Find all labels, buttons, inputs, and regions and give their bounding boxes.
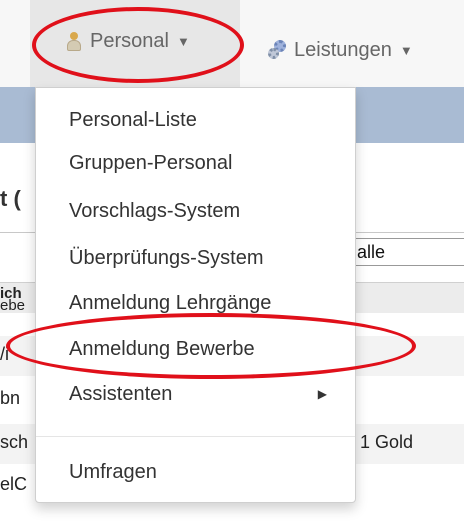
table-cell: sch [0,432,29,452]
filter-select[interactable]: alle [342,238,464,266]
top-navbar: Personal ▼ Leistungen ▼ [0,0,464,87]
menu-item-label: Assistenten [69,382,173,405]
caret-right-icon: ▶ [317,387,327,401]
nav-personal-dropdown[interactable]: Personal ▼ [30,0,240,87]
person-icon [66,31,82,52]
menu-item-personal-liste[interactable]: Personal-Liste [36,98,355,142]
menu-item-assistenten[interactable]: Assistenten ▶ [36,372,355,416]
menu-item-label: Anmeldung Lehrgänge [69,291,272,314]
page-title-fragment: t ( [0,186,21,211]
menu-item-label: Gruppen-Personal [69,151,233,174]
table-cell: /i [0,344,9,364]
menu-item-label: Überprüfungs-System [69,246,264,269]
menu-item-vorschlags-system[interactable]: Vorschlags-System [36,189,355,233]
menu-item-label: Personal-Liste [69,108,197,131]
table-cell: 1 Gold [360,432,414,452]
gear-icon [268,40,288,60]
menu-item-anmeldung-bewerbe[interactable]: Anmeldung Bewerbe [36,327,355,371]
menu-divider [36,436,355,437]
personal-dropdown-menu: Personal-Liste Gruppen-Personal Vorschla… [35,87,356,503]
caret-down-icon: ▼ [176,34,190,49]
menu-item-anmeldung-lehrgaenge[interactable]: Anmeldung Lehrgänge [36,281,355,325]
menu-item-umfragen[interactable]: Umfragen [36,450,355,494]
filter-select-value: alle [357,242,386,262]
table-cell: elC [0,474,28,494]
caret-down-icon: ▼ [399,42,413,58]
menu-item-label: Vorschlags-System [69,199,241,222]
table-cell: bn [0,388,21,408]
nav-services-label: Leistungen [294,38,392,61]
nav-services-dropdown[interactable]: Leistungen ▼ [268,30,413,70]
nav-personal-label: Personal [90,30,169,52]
menu-item-label: Umfragen [69,460,157,483]
menu-item-gruppen-personal[interactable]: Gruppen-Personal [36,141,355,185]
menu-item-ueberpruefungs-system[interactable]: Überprüfungs-System [36,236,355,280]
header-fragment: ebe [0,297,26,314]
menu-item-label: Anmeldung Bewerbe [69,337,255,360]
